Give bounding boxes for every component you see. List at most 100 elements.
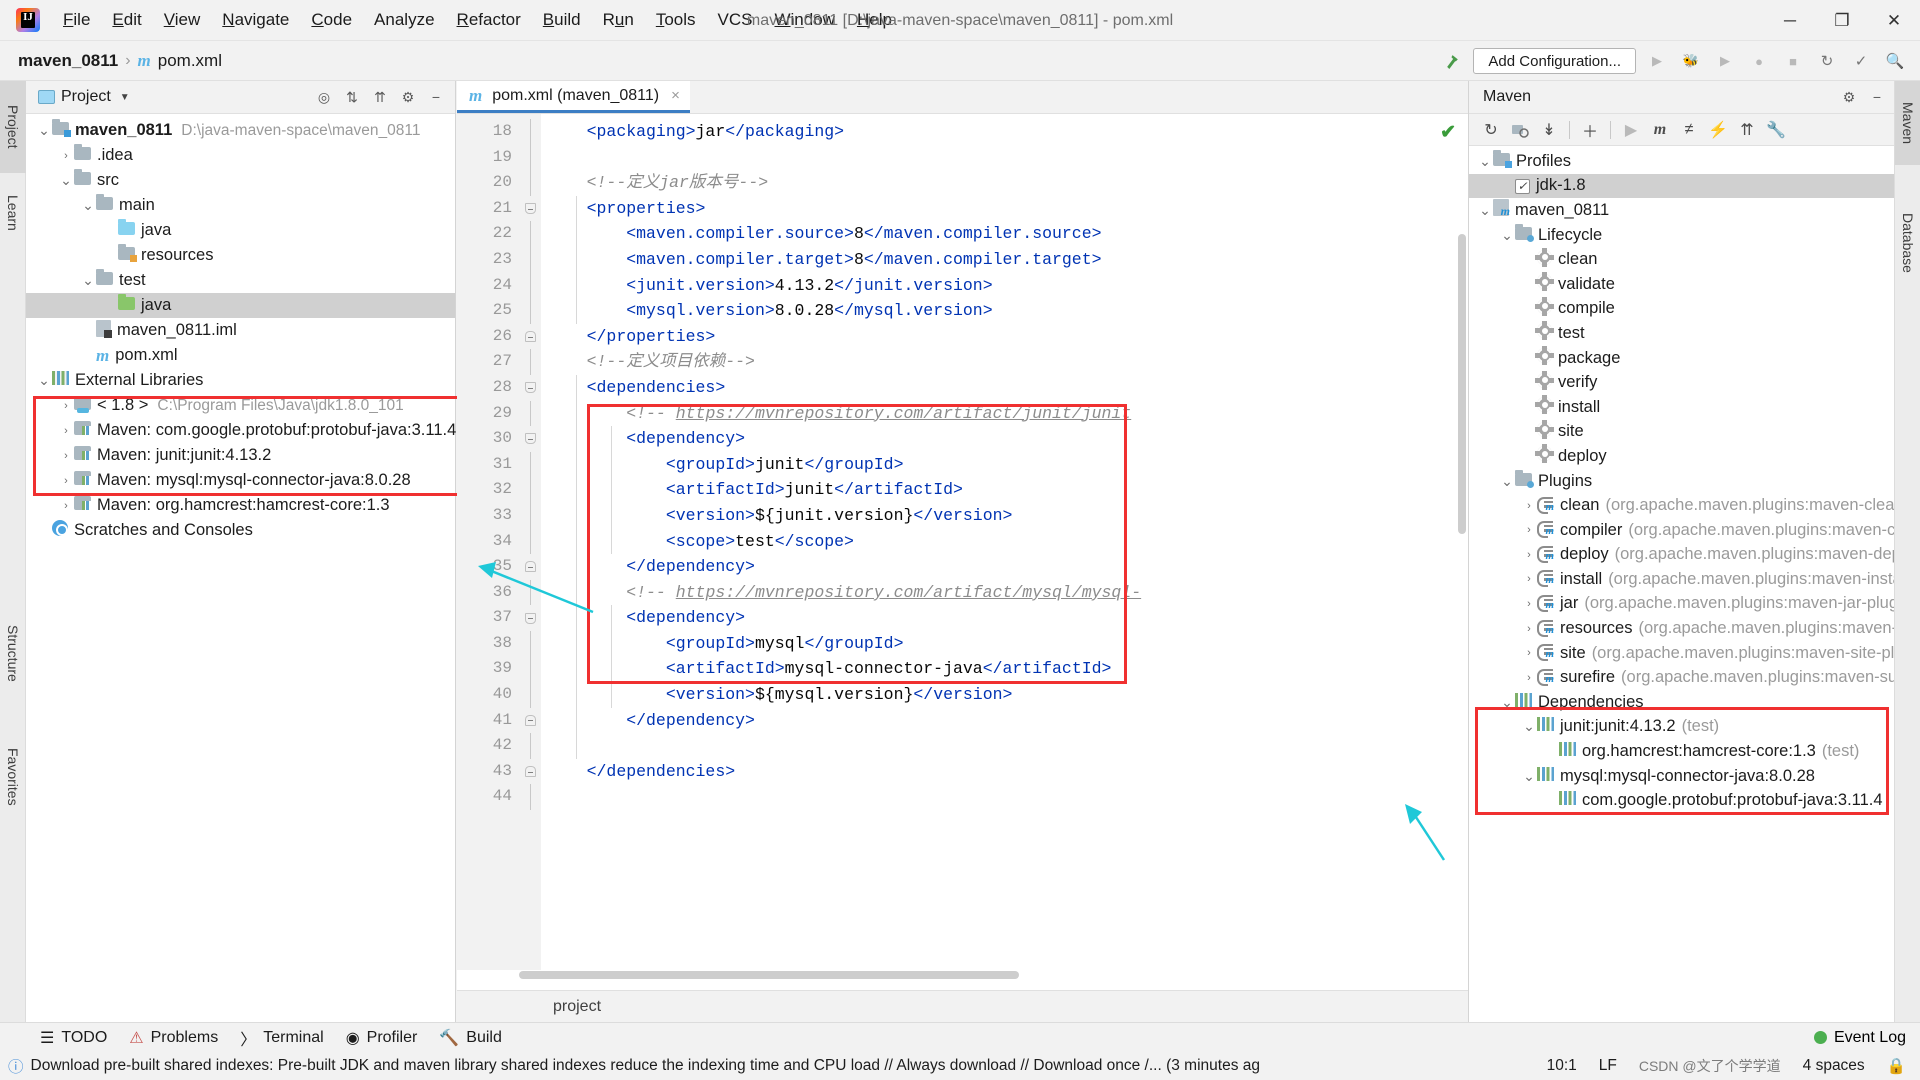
collapse-all-icon[interactable]: ⇈ xyxy=(367,84,393,110)
code-line[interactable]: <maven.compiler.source>8</maven.compiler… xyxy=(541,221,1468,247)
code-line[interactable]: <!-- https://mvnrepository.com/artifact/… xyxy=(541,401,1468,427)
maven-tree-row[interactable]: › compiler (org.apache.maven.plugins:maven… xyxy=(1469,518,1894,543)
locate-icon[interactable]: ◎ xyxy=(311,84,337,110)
menu-file[interactable]: File xyxy=(52,6,101,34)
code-line[interactable]: <dependencies> xyxy=(541,375,1468,401)
tree-row[interactable]: maven_0811.iml xyxy=(26,318,455,343)
code-line[interactable]: <packaging>jar</packaging> xyxy=(541,119,1468,145)
menu-build[interactable]: Build xyxy=(532,6,592,34)
chevron-down-icon[interactable]: ⌄ xyxy=(58,172,74,189)
chevron-right-icon[interactable]: › xyxy=(58,150,74,162)
tree-row[interactable]: ⌄ maven_0811 D:\java-maven-space\maven_081… xyxy=(26,118,455,143)
maven-tree-row[interactable]: package xyxy=(1469,346,1894,371)
add-configuration-button[interactable]: Add Configuration... xyxy=(1473,48,1636,74)
fold-close-icon[interactable] xyxy=(519,759,541,785)
project-tree[interactable]: ⌄ maven_0811 D:\java-maven-space\maven_081… xyxy=(26,114,456,543)
chevron-down-icon[interactable]: ⌄ xyxy=(80,272,96,289)
tool-window-problems[interactable]: ⚠ Problems xyxy=(129,1028,218,1048)
maven-tree-row[interactable]: clean xyxy=(1469,247,1894,272)
stop-icon[interactable]: ■ xyxy=(1780,48,1806,74)
code-line[interactable]: <!--定义jar版本号--> xyxy=(541,170,1468,196)
menu-navigate[interactable]: Navigate xyxy=(211,6,300,34)
fold-open-icon[interactable] xyxy=(519,605,541,631)
settings-wrench-icon[interactable]: 🔧 xyxy=(1762,116,1790,144)
maven-tree-row[interactable]: ⌄ junit:junit:4.13.2 (test) xyxy=(1469,715,1894,740)
chevron-right-icon[interactable]: › xyxy=(58,400,74,412)
code-line[interactable] xyxy=(541,733,1468,759)
editor-breadcrumb[interactable]: project xyxy=(457,990,1468,1022)
code-line[interactable] xyxy=(541,784,1468,810)
tool-window-terminal[interactable]: 〉 Terminal xyxy=(240,1026,323,1050)
sidebar-item-database[interactable]: Database xyxy=(1895,191,1920,295)
status-message[interactable]: Download pre-built shared indexes: Pre-b… xyxy=(31,1057,1260,1075)
menu-vcs[interactable]: VCS xyxy=(707,6,764,34)
breadcrumb-file[interactable]: pom.xml xyxy=(158,51,222,71)
menu-window[interactable]: Window xyxy=(763,6,845,34)
status-bar-right[interactable]: 10:1 LF CSDN @文了个学学道 4 spaces 🔒 xyxy=(1547,1056,1920,1076)
maven-panel-actions[interactable]: ⚙ − xyxy=(1836,84,1890,110)
maven-tree[interactable]: ⌄Profiles✓jdk-1.8⌄maven_0811⌄Lifecyclecl… xyxy=(1469,147,1894,1022)
fold-close-icon[interactable] xyxy=(519,324,541,350)
toggle-skip-tests-icon[interactable]: ≠ xyxy=(1675,116,1703,144)
hide-icon[interactable]: − xyxy=(423,84,449,110)
sidebar-item-structure[interactable]: Structure xyxy=(0,601,26,705)
tree-row[interactable]: m pom.xml xyxy=(26,343,455,368)
debug-icon[interactable]: 🐝 xyxy=(1678,48,1704,74)
chevron-right-icon[interactable]: › xyxy=(1521,623,1537,635)
code-line[interactable]: <scope>test</scope> xyxy=(541,529,1468,555)
download-sources-icon[interactable]: ↡ xyxy=(1535,116,1563,144)
code-line[interactable] xyxy=(541,145,1468,171)
maven-tree-row[interactable]: › surefire (org.apache.maven.plugins:maven… xyxy=(1469,665,1894,690)
code-line[interactable]: </properties> xyxy=(541,324,1468,350)
code-line[interactable]: <groupId>junit</groupId> xyxy=(541,452,1468,478)
maven-tree-row[interactable]: ⌄ maven_0811 xyxy=(1469,198,1894,223)
maven-toolbar[interactable]: ↻ ↡ ＋ ▶ m ≠ ⚡ ⇈ 🔧 xyxy=(1469,114,1894,146)
tree-row[interactable]: › Maven: com.google.protobuf:protobuf-jav… xyxy=(26,418,456,443)
tool-window-profiler[interactable]: ◉ Profiler xyxy=(346,1028,418,1048)
tool-window-build[interactable]: 🔨 Build xyxy=(439,1028,502,1048)
maven-tree-row[interactable]: org.hamcrest:hamcrest-core:1.3 (test) xyxy=(1469,739,1894,764)
close-icon[interactable]: ✕ xyxy=(1868,0,1920,41)
run-icon[interactable]: ▶ xyxy=(1644,48,1670,74)
code-line[interactable]: <mysql.version>8.0.28</mysql.version> xyxy=(541,298,1468,324)
chevron-down-icon[interactable]: ⌄ xyxy=(1521,768,1537,785)
event-log-area[interactable]: Event Log xyxy=(1813,1029,1920,1047)
chevron-right-icon[interactable]: › xyxy=(58,425,74,437)
code-line[interactable]: </dependency> xyxy=(541,708,1468,734)
chevron-down-icon[interactable]: ⌄ xyxy=(1477,153,1493,170)
chevron-down-icon[interactable]: ▼ xyxy=(120,92,130,103)
code-line[interactable]: <!-- https://mvnrepository.com/artifact/… xyxy=(541,580,1468,606)
add-maven-project-icon[interactable]: ＋ xyxy=(1576,116,1604,144)
maven-tree-row[interactable]: com.google.protobuf:protobuf-java:3.11.4 xyxy=(1469,788,1894,813)
maven-tree-row[interactable]: validate xyxy=(1469,272,1894,297)
sidebar-item-favorites[interactable]: Favorites xyxy=(0,721,26,833)
menu-edit[interactable]: Edit xyxy=(101,6,152,34)
code-line[interactable]: <groupId>mysql</groupId> xyxy=(541,631,1468,657)
tab-pom-xml[interactable]: m pom.xml (maven_0811) × xyxy=(457,81,690,113)
fold-open-icon[interactable] xyxy=(519,375,541,401)
breadcrumb-project[interactable]: maven_0811 xyxy=(18,51,118,71)
maven-tree-row[interactable]: › clean (org.apache.maven.plugins:maven-cl… xyxy=(1469,493,1894,518)
tree-row[interactable]: ⌄ main xyxy=(26,193,455,218)
indent-setting[interactable]: 4 spaces xyxy=(1803,1057,1865,1075)
tree-row[interactable]: java xyxy=(26,218,455,243)
fold-close-icon[interactable] xyxy=(519,708,541,734)
chevron-down-icon[interactable]: ⌄ xyxy=(36,122,52,139)
close-icon[interactable]: × xyxy=(671,87,680,104)
chevron-down-icon[interactable]: ⌄ xyxy=(1521,718,1537,735)
code-area[interactable]: 18 19 20 21 22 23 24 25 26 27 28 29 30 31 32 33 34 35 36 37… xyxy=(457,114,1468,980)
chevron-right-icon[interactable]: › xyxy=(1521,672,1537,684)
tree-row[interactable]: › < 1.8 > C:\Program Files\Java\jdk1.8.0_1… xyxy=(26,393,455,418)
chevron-right-icon[interactable]: › xyxy=(1521,598,1537,610)
settings-gear-icon[interactable]: ⚙ xyxy=(395,84,421,110)
search-everywhere-icon[interactable]: 🔍 xyxy=(1882,48,1908,74)
tree-row[interactable]: › .idea xyxy=(26,143,455,168)
chevron-down-icon[interactable]: ⌄ xyxy=(80,197,96,214)
tree-row[interactable]: java xyxy=(26,293,455,318)
chevron-right-icon[interactable]: › xyxy=(58,450,74,462)
run-maven-build-icon[interactable]: m xyxy=(1646,116,1674,144)
maven-tree-row[interactable]: ⌄ Lifecycle xyxy=(1469,223,1894,248)
chevron-right-icon[interactable]: › xyxy=(58,500,74,512)
tool-window-todo[interactable]: ☰ TODO xyxy=(40,1028,107,1048)
chevron-right-icon[interactable]: › xyxy=(1521,549,1537,561)
